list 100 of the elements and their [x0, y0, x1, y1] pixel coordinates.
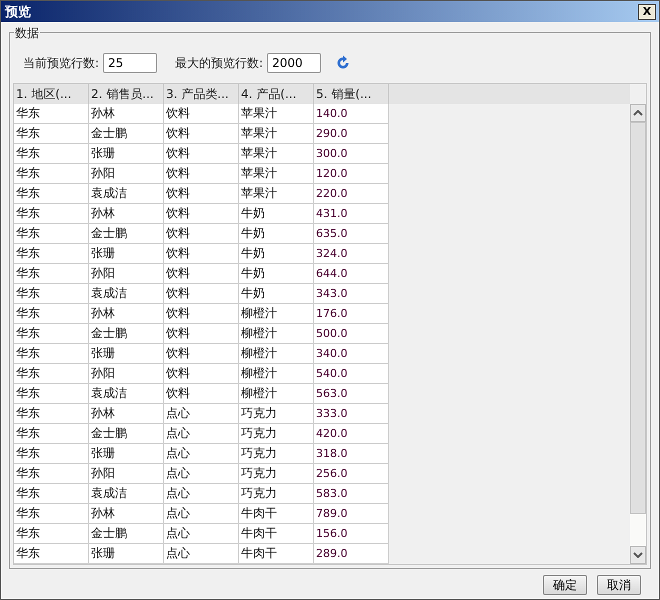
table-cell: 点心: [164, 404, 239, 424]
table-cell: 饮料: [164, 344, 239, 364]
group-title: 数据: [14, 25, 40, 42]
table-cell: 张珊: [89, 144, 164, 164]
table-cell: 饮料: [164, 284, 239, 304]
table-cell: 华东: [14, 344, 89, 364]
table-cell: 华东: [14, 104, 89, 124]
table-cell: 柳橙汁: [239, 344, 314, 364]
table-cell: 金士鹏: [89, 424, 164, 444]
table-cell: 644.0: [314, 264, 389, 284]
table-cell: 张珊: [89, 544, 164, 564]
table-cell: 635.0: [314, 224, 389, 244]
table-cell: 140.0: [314, 104, 389, 124]
table-cell: 华东: [14, 264, 89, 284]
table-cell: 孙林: [89, 504, 164, 524]
table-cell: 饮料: [164, 384, 239, 404]
table-cell: 176.0: [314, 304, 389, 324]
table-cell: 牛奶: [239, 244, 314, 264]
table-cell: 318.0: [314, 444, 389, 464]
table-cell: 点心: [164, 544, 239, 564]
table-cell: 饮料: [164, 164, 239, 184]
table-cell: 柳橙汁: [239, 304, 314, 324]
table-cell: 华东: [14, 284, 89, 304]
table-cell: 牛肉干: [239, 524, 314, 544]
table-cell: 袁成洁: [89, 184, 164, 204]
table-cell: 饮料: [164, 184, 239, 204]
table-cell: 张珊: [89, 244, 164, 264]
table-cell: 点心: [164, 444, 239, 464]
table-cell: 789.0: [314, 504, 389, 524]
table-cell: 孙林: [89, 304, 164, 324]
table-cell: 华东: [14, 124, 89, 144]
table-cell: 华东: [14, 464, 89, 484]
table-cell: 袁成洁: [89, 284, 164, 304]
table-cell: 巧克力: [239, 444, 314, 464]
table-cell: 巧克力: [239, 464, 314, 484]
table-cell: 华东: [14, 384, 89, 404]
table-cell: 华东: [14, 424, 89, 444]
table-cell: 华东: [14, 244, 89, 264]
table-cell: 袁成洁: [89, 484, 164, 504]
refresh-icon[interactable]: [335, 55, 352, 71]
dialog-button[interactable]: 确定: [543, 575, 587, 595]
table-cell: 120.0: [314, 164, 389, 184]
table-cell: 华东: [14, 144, 89, 164]
table-cell: 256.0: [314, 464, 389, 484]
table-cell: 点心: [164, 484, 239, 504]
table-cell: 巧克力: [239, 484, 314, 504]
table-cell: 饮料: [164, 204, 239, 224]
table-cell: 柳橙汁: [239, 324, 314, 344]
table-cell: 华东: [14, 484, 89, 504]
table-cell: 华东: [14, 444, 89, 464]
table-cell: 孙阳: [89, 164, 164, 184]
table-cell: 孙阳: [89, 364, 164, 384]
table-cell: 金士鹏: [89, 224, 164, 244]
table-cell: 孙林: [89, 204, 164, 224]
table-cell: 华东: [14, 324, 89, 344]
table-cell: 华东: [14, 364, 89, 384]
table-cell: 柳橙汁: [239, 384, 314, 404]
table-cell: 苹果汁: [239, 124, 314, 144]
table-cell: 583.0: [314, 484, 389, 504]
table-cell: 巧克力: [239, 404, 314, 424]
table-cell: 饮料: [164, 124, 239, 144]
table-cell: 点心: [164, 424, 239, 444]
table-cell: 300.0: [314, 144, 389, 164]
table-cell: 华东: [14, 164, 89, 184]
dialog-button[interactable]: 取消: [597, 575, 641, 595]
scroll-up-icon[interactable]: [630, 104, 646, 122]
table-cell: 290.0: [314, 124, 389, 144]
table-cell: 563.0: [314, 384, 389, 404]
scroll-down-icon[interactable]: [630, 546, 646, 564]
input-field[interactable]: 2000: [267, 53, 322, 73]
table-cell: 156.0: [314, 524, 389, 544]
table-cell: 华东: [14, 224, 89, 244]
table-cell: 牛奶: [239, 224, 314, 244]
field-label: 当前预览行数:: [23, 54, 100, 72]
table-cell: 金士鹏: [89, 324, 164, 344]
table-cell: 牛肉干: [239, 544, 314, 564]
table-cell: 420.0: [314, 424, 389, 444]
table-cell: 点心: [164, 504, 239, 524]
table-cell: 孙林: [89, 104, 164, 124]
table-cell: 孙阳: [89, 464, 164, 484]
input-field[interactable]: 25: [103, 53, 158, 73]
table-cell: 孙阳: [89, 264, 164, 284]
table-cell: 华东: [14, 544, 89, 564]
table-cell: 饮料: [164, 264, 239, 284]
table-cell: 饮料: [164, 244, 239, 264]
table-cell: 张珊: [89, 344, 164, 364]
close-button[interactable]: X: [638, 4, 656, 20]
table-cell: 柳橙汁: [239, 364, 314, 384]
table-cell: 289.0: [314, 544, 389, 564]
field-label: 最大的预览行数:: [175, 54, 264, 72]
table-cell: 343.0: [314, 284, 389, 304]
table-cell: 饮料: [164, 104, 239, 124]
table-cell: 540.0: [314, 364, 389, 384]
table-cell: 苹果汁: [239, 184, 314, 204]
table-cell: 苹果汁: [239, 144, 314, 164]
table-cell: 金士鹏: [89, 524, 164, 544]
table-cell: 340.0: [314, 344, 389, 364]
table-cell: 华东: [14, 184, 89, 204]
table-cell: 点心: [164, 464, 239, 484]
table-cell: 牛奶: [239, 264, 314, 284]
